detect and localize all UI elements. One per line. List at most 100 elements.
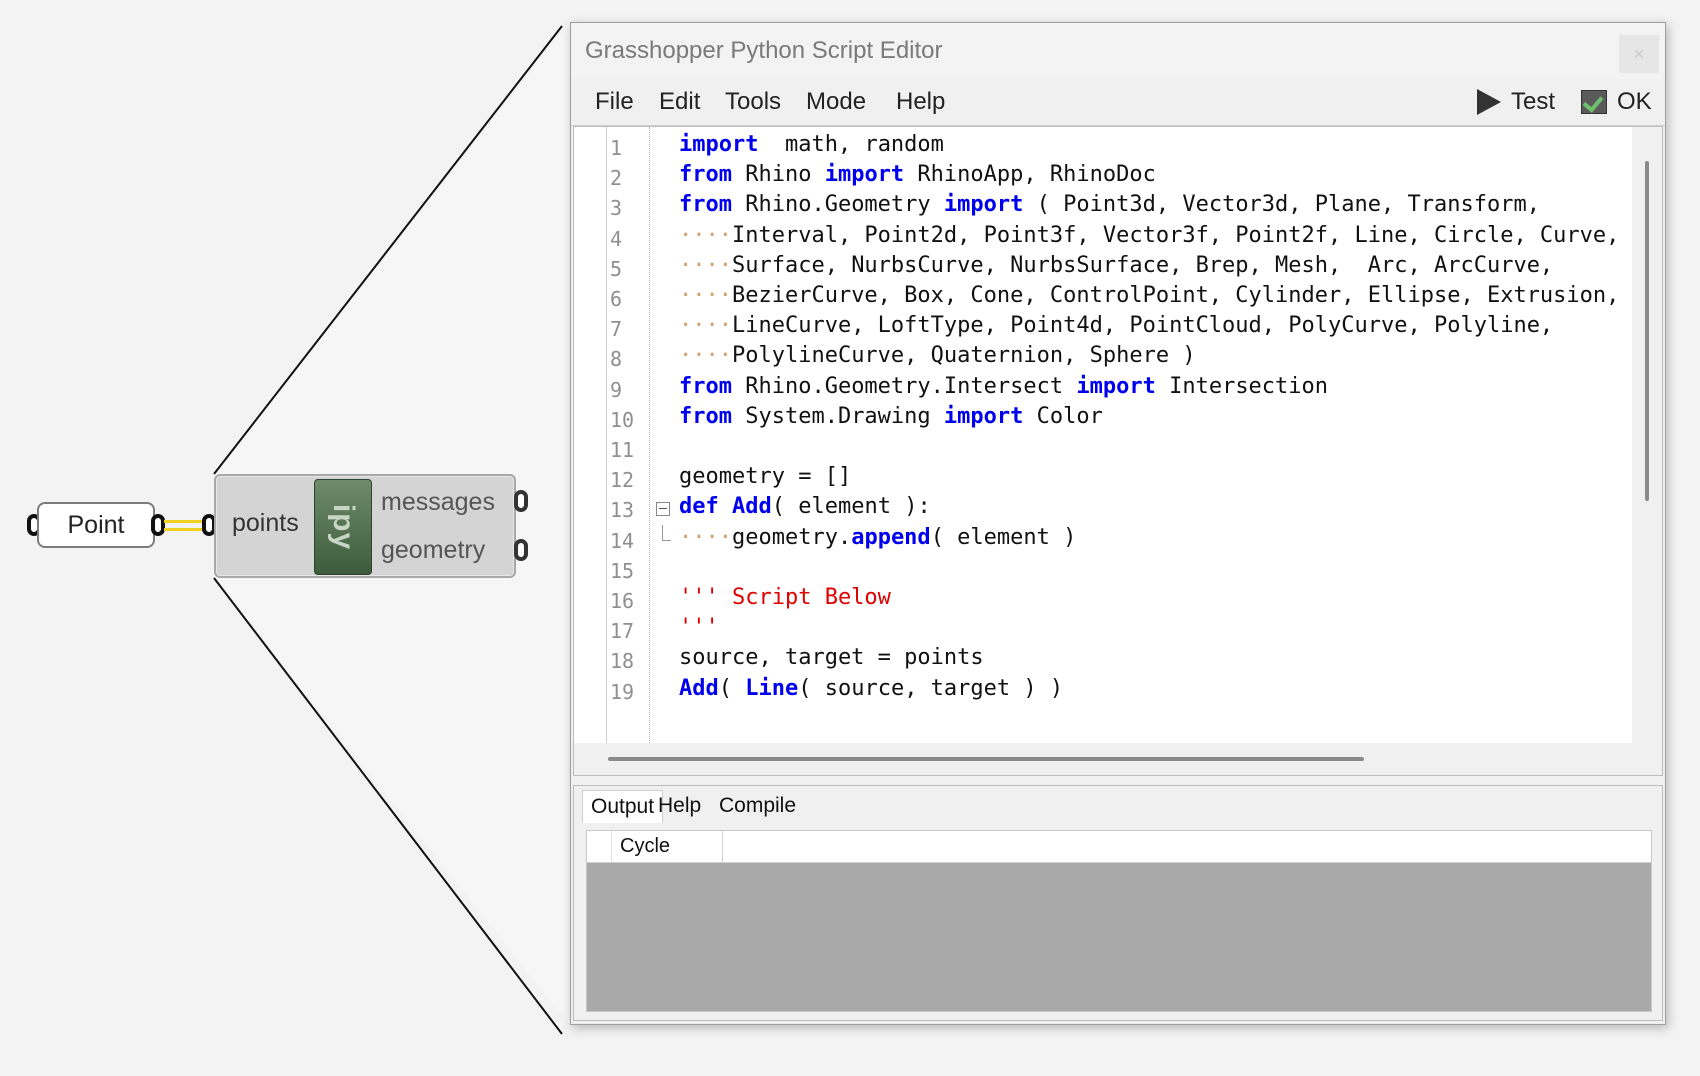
line-number: 2: [610, 166, 623, 191]
whitespace-marker: ····: [679, 222, 732, 248]
table-header: Cycle: [587, 831, 1651, 863]
code-token: RhinoApp, RhinoDoc: [904, 162, 1156, 188]
code-line[interactable]: 18 source, target = points: [574, 645, 1614, 675]
wire: [164, 520, 204, 523]
code-line[interactable]: 11: [574, 434, 1614, 464]
keyword-token: append: [851, 524, 931, 550]
keyword-token: from: [679, 373, 732, 399]
code-text: ''': [679, 615, 719, 640]
messages-output-grip[interactable]: [514, 490, 528, 512]
output-geometry-label: geometry: [381, 536, 486, 564]
keyword-token: Add: [732, 494, 772, 520]
line-number: 9: [610, 377, 623, 402]
keyword-token: from: [679, 162, 732, 188]
point-component[interactable]: Point: [37, 502, 155, 548]
code-line[interactable]: 4 ····Interval, Point2d, Point3f, Vector3…: [574, 222, 1619, 253]
close-button[interactable]: ×: [1619, 35, 1659, 73]
keyword-token: from: [679, 192, 732, 218]
line-number: 5: [610, 256, 623, 281]
code-line[interactable]: 16 ''' Script Below: [574, 585, 1614, 615]
code-text: source, target = points: [679, 645, 984, 670]
menu-file[interactable]: File: [595, 88, 634, 116]
code-line[interactable]: 14 ····geometry.append( element ): [574, 524, 1614, 555]
code-line[interactable]: 12 geometry = []: [574, 464, 1614, 494]
line-number: 13: [610, 498, 635, 523]
test-button[interactable]: Test: [1477, 84, 1555, 120]
code-line[interactable]: 6 ····BezierCurve, Box, Cone, ControlPoin…: [574, 283, 1619, 313]
keyword-token: import: [824, 162, 905, 188]
code-line[interactable]: 8 ····PolylineCurve, Quaternion, Sphere ): [574, 343, 1614, 373]
line-number: 6: [610, 287, 623, 311]
menu-edit[interactable]: Edit: [659, 88, 700, 116]
code-token: PolylineCurve, Quaternion, Sphere ): [731, 343, 1196, 369]
code-text: def Add( element ):: [679, 494, 931, 519]
whitespace-marker: ····: [679, 313, 732, 339]
close-icon: ×: [1633, 43, 1645, 64]
ok-button[interactable]: OK: [1581, 84, 1652, 120]
tab-help-label: Help: [658, 794, 702, 817]
column-header-cycle[interactable]: Cycle: [611, 831, 723, 862]
menu-help[interactable]: Help: [896, 88, 945, 116]
line-number: 1: [610, 136, 623, 160]
code-line[interactable]: 7 ····LineCurve, LoftType, Point4d, Point…: [574, 313, 1614, 343]
code-line[interactable]: 9 from Rhino.Geometry.Intersect import In…: [574, 374, 1614, 404]
code-token: Intersection: [1155, 373, 1329, 399]
menu-tools[interactable]: Tools: [725, 88, 781, 116]
keyword-token: from: [679, 403, 732, 429]
code-token: source, target = points: [679, 645, 984, 671]
line-number: 3: [610, 196, 623, 221]
code-line[interactable]: 2 from Rhino import RhinoApp, RhinoDoc: [574, 162, 1614, 192]
line-number: 12: [610, 468, 635, 493]
line-number: 18: [610, 649, 635, 674]
vertical-scrollbar[interactable]: [1632, 127, 1662, 743]
code-token: Rhino.Geometry: [731, 192, 944, 218]
play-icon: [1477, 89, 1501, 115]
wire: [164, 528, 204, 531]
code-token: math, random: [758, 132, 944, 157]
horizontal-scrollbar[interactable]: [574, 743, 1662, 775]
code-line[interactable]: 1 import math, random: [574, 132, 1614, 162]
keyword-token: Add: [679, 675, 719, 701]
code-text: from Rhino import RhinoApp, RhinoDoc: [679, 162, 1156, 187]
code-text: ····BezierCurve, Box, Cone, ControlPoint…: [679, 283, 1619, 308]
code-line[interactable]: 19 Add( Line( source, target ) ): [574, 676, 1614, 706]
tab-help[interactable]: Help: [650, 790, 709, 822]
horizontal-scroll-thumb[interactable]: [608, 757, 1364, 761]
tab-compile[interactable]: Compile: [711, 790, 804, 822]
line-number: 4: [610, 226, 623, 251]
code-token: ( element ): [930, 524, 1077, 550]
code-line[interactable]: 3 from Rhino.Geometry import ( Point3d, V…: [574, 192, 1614, 222]
code-token: System.Drawing: [731, 403, 944, 429]
tab-compile-label: Compile: [719, 794, 797, 817]
code-line[interactable]: 13 def Add( element ):: [574, 494, 1614, 524]
code-line[interactable]: 10 from System.Drawing import Color: [574, 404, 1614, 434]
code-line[interactable]: 17 ''': [574, 615, 1614, 645]
geometry-output-grip[interactable]: [514, 539, 528, 561]
code-token: ( element ):: [771, 494, 931, 520]
code-text: from System.Drawing import Color: [679, 404, 1103, 429]
vertical-scroll-thumb[interactable]: [1645, 161, 1649, 501]
title-bar[interactable]: Grasshopper Python Script Editor ×: [571, 23, 1665, 79]
line-number: 19: [610, 679, 635, 704]
code-text: ····geometry.append( element ): [679, 525, 1076, 550]
line-number: 14: [610, 528, 635, 553]
python-component[interactable]: points ipy messages geometry: [214, 474, 516, 578]
menu-mode[interactable]: Mode: [806, 88, 866, 116]
checkmark-icon: [1581, 90, 1607, 114]
keyword-token: import: [1076, 373, 1156, 399]
point-output-grip[interactable]: [151, 514, 165, 536]
keyword-token: Line: [745, 675, 799, 701]
code-text: ····PolylineCurve, Quaternion, Sphere ): [679, 343, 1196, 368]
fold-collapse-icon[interactable]: [656, 502, 670, 517]
line-number: 11: [610, 438, 635, 462]
code-token: Interval, Point2d, Point3f, Vector3f, Po…: [731, 222, 1620, 248]
code-token: geometry.: [731, 524, 852, 550]
python-input-label: points: [232, 509, 299, 537]
code-editor[interactable]: 1 import math, random 2 from Rhino import R…: [573, 126, 1663, 776]
line-number: 7: [610, 317, 623, 342]
output-table: Cycle: [586, 830, 1652, 1012]
code-line[interactable]: 15: [574, 555, 1614, 585]
code-token: BezierCurve, Box, Cone, ControlPoint, Cy…: [731, 283, 1620, 308]
code-line[interactable]: 5 ····Surface, NurbsCurve, NurbsSurface, …: [574, 253, 1614, 283]
